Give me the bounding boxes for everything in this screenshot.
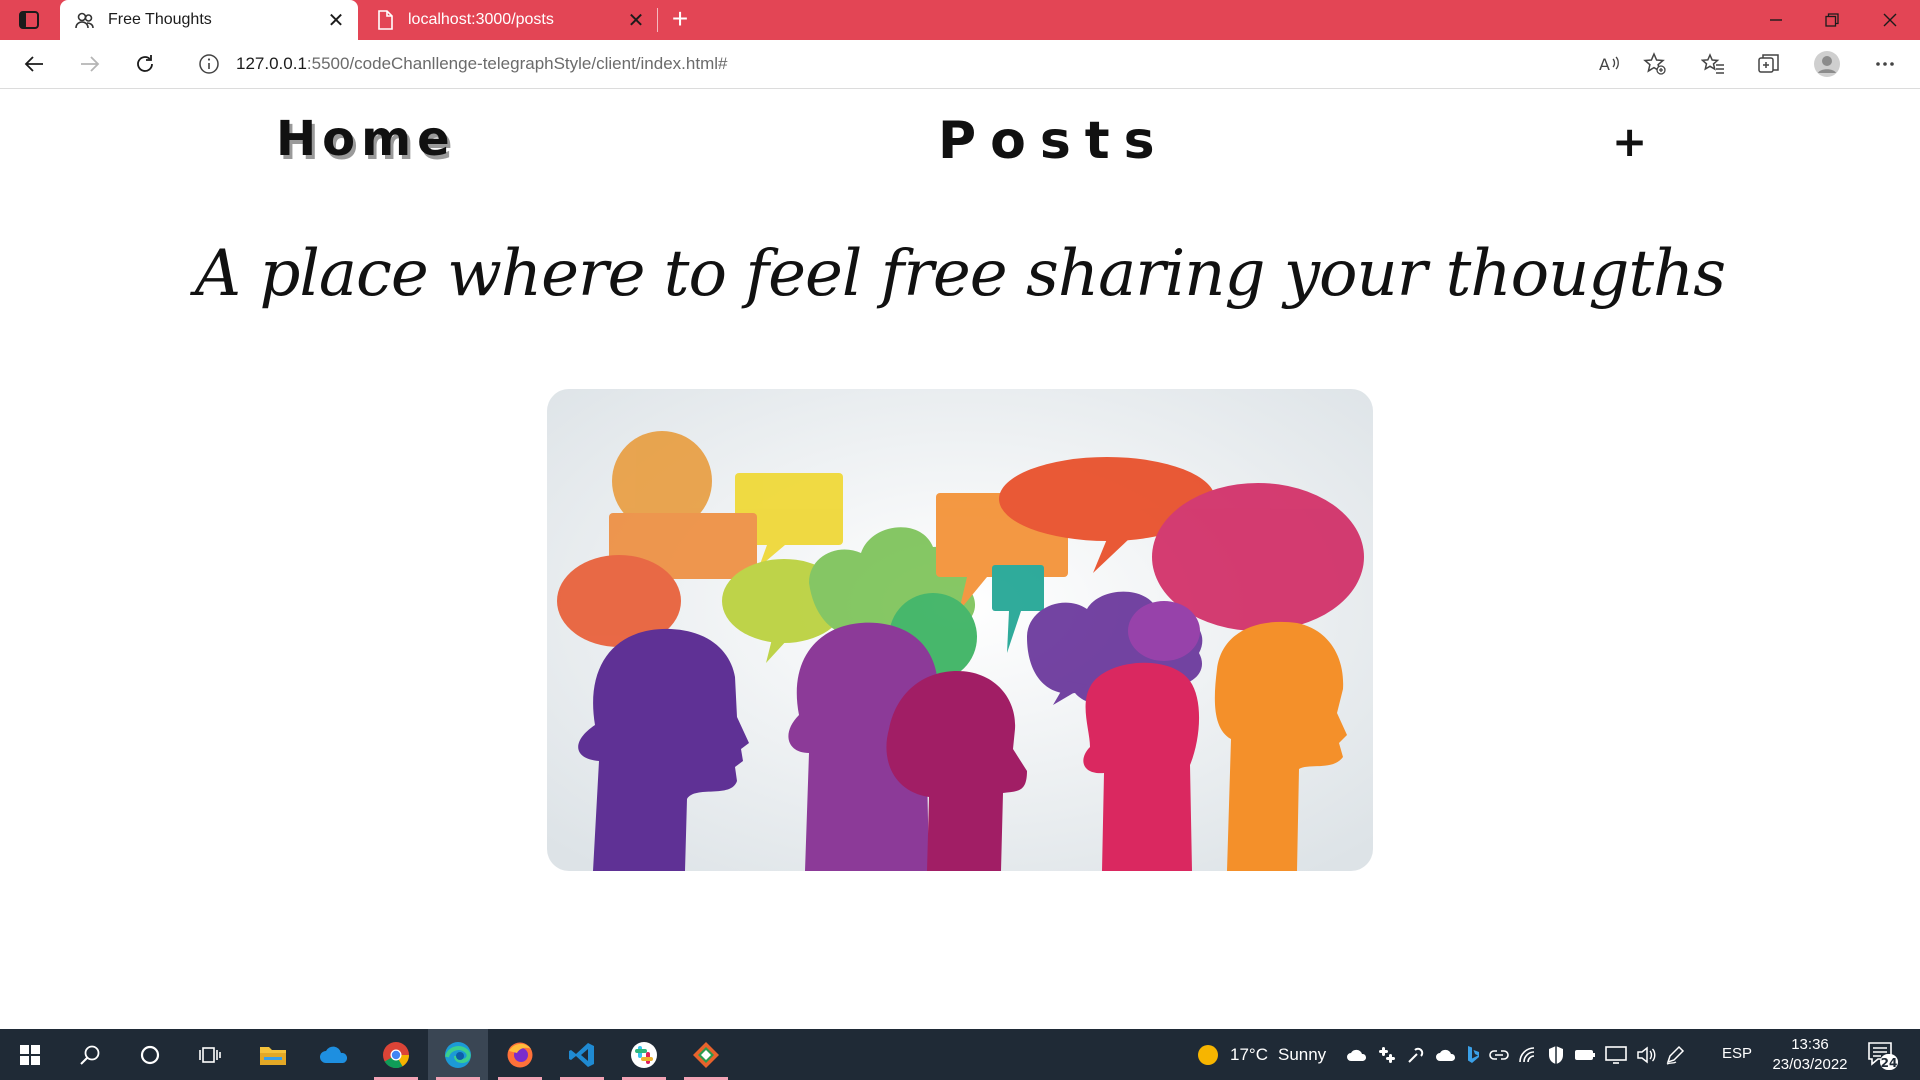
page-icon xyxy=(374,9,396,31)
svg-text:A: A xyxy=(1599,55,1610,74)
close-tab-icon[interactable]: ✕ xyxy=(624,8,648,32)
slack-icon[interactable] xyxy=(614,1029,674,1080)
edge-icon[interactable] xyxy=(428,1029,488,1080)
cortana-icon[interactable] xyxy=(120,1029,180,1080)
vscode-icon[interactable] xyxy=(552,1029,612,1080)
cloud-sync-icon[interactable] xyxy=(1346,1045,1368,1065)
browser-tab-bar: Free Thoughts ✕ localhost:3000/posts ✕ + xyxy=(0,0,1920,40)
more-options-icon[interactable] xyxy=(1871,50,1899,78)
new-tab-icon[interactable]: + xyxy=(666,5,694,34)
phone-link-icon[interactable] xyxy=(1406,1045,1426,1065)
back-icon[interactable] xyxy=(20,50,48,78)
tab-separator xyxy=(657,8,658,32)
tab-localhost-posts[interactable]: localhost:3000/posts ✕ xyxy=(360,0,658,40)
system-tray xyxy=(1346,1029,1687,1080)
close-tab-icon[interactable]: ✕ xyxy=(324,8,348,32)
security-icon[interactable] xyxy=(1547,1045,1565,1065)
nav-posts-link[interactable]: Posts xyxy=(938,111,1169,171)
tab-actions-icon[interactable] xyxy=(18,9,40,31)
add-favorite-icon[interactable] xyxy=(1641,50,1669,78)
clock-time: 13:36 xyxy=(1791,1036,1829,1053)
link-icon[interactable] xyxy=(1489,1048,1509,1062)
favorites-icon[interactable] xyxy=(1699,50,1727,78)
clock[interactable]: 13:36 23/03/2022 xyxy=(1760,1035,1860,1075)
tab-title: Free Thoughts xyxy=(108,11,212,28)
browser-toolbar: 127.0.0.1:5500/codeChanllenge-telegraphS… xyxy=(0,40,1920,89)
add-post-button[interactable]: + xyxy=(1612,117,1653,166)
close-window-icon[interactable] xyxy=(1862,0,1918,40)
refresh-icon[interactable] xyxy=(131,50,159,78)
read-aloud-icon[interactable]: A xyxy=(1596,50,1624,78)
collections-icon[interactable] xyxy=(1755,50,1783,78)
search-icon[interactable] xyxy=(60,1029,120,1080)
address-bar[interactable]: 127.0.0.1:5500/codeChanllenge-telegraphS… xyxy=(180,46,1680,82)
notification-count: 24 xyxy=(1881,1056,1898,1070)
volume-icon[interactable] xyxy=(1636,1045,1656,1064)
tab-free-thoughts[interactable]: Free Thoughts ✕ xyxy=(60,0,358,40)
battery-icon[interactable] xyxy=(1574,1048,1596,1062)
gitkraken-icon[interactable] xyxy=(676,1029,736,1080)
page-tagline: A place where to feel free sharing your … xyxy=(194,237,1726,311)
profile-avatar-icon[interactable] xyxy=(1813,50,1841,78)
bing-icon[interactable] xyxy=(1466,1045,1480,1065)
url-text: 127.0.0.1:5500/codeChanllenge-telegraphS… xyxy=(236,54,727,74)
firefox-icon[interactable] xyxy=(490,1029,550,1080)
group-icon xyxy=(74,9,96,31)
task-view-icon[interactable] xyxy=(180,1029,240,1080)
clock-date: 23/03/2022 xyxy=(1772,1056,1848,1073)
weather-condition: Sunny xyxy=(1277,1044,1327,1064)
forward-icon[interactable] xyxy=(76,50,104,78)
weather-widget[interactable]: 17°C Sunny xyxy=(1196,1029,1326,1080)
pen-icon[interactable] xyxy=(1665,1045,1687,1065)
input-language[interactable]: ESP xyxy=(1722,1045,1752,1062)
sun-icon xyxy=(1198,1044,1218,1065)
windows-taskbar: 17°C Sunny ESP 13:36 23/03/2022 24 xyxy=(0,1029,1920,1080)
hero-illustration xyxy=(547,389,1373,871)
tab-title: localhost:3000/posts xyxy=(408,11,554,28)
file-explorer-icon[interactable] xyxy=(243,1029,303,1080)
minimize-icon[interactable] xyxy=(1748,0,1804,40)
chrome-icon[interactable] xyxy=(366,1029,426,1080)
url-path: :5500/codeChanllenge-telegraphStyle/clie… xyxy=(306,54,728,73)
site-info-icon[interactable] xyxy=(198,53,220,75)
weather-temp: 17°C xyxy=(1230,1044,1268,1064)
restore-icon[interactable] xyxy=(1804,0,1860,40)
wifi-icon[interactable] xyxy=(1518,1046,1538,1064)
nav-home-link[interactable]: Home xyxy=(276,111,456,167)
start-icon[interactable] xyxy=(0,1029,60,1080)
onedrive-icon[interactable] xyxy=(304,1029,364,1080)
display-icon[interactable] xyxy=(1605,1045,1627,1064)
web-page: Home Posts + A place where to feel free … xyxy=(0,89,1920,1029)
slack-tray-icon[interactable] xyxy=(1377,1045,1397,1065)
url-host: 127.0.0.1 xyxy=(236,54,307,73)
onedrive-tray-icon[interactable] xyxy=(1435,1047,1457,1063)
notifications-icon[interactable]: 24 xyxy=(1866,1039,1898,1071)
